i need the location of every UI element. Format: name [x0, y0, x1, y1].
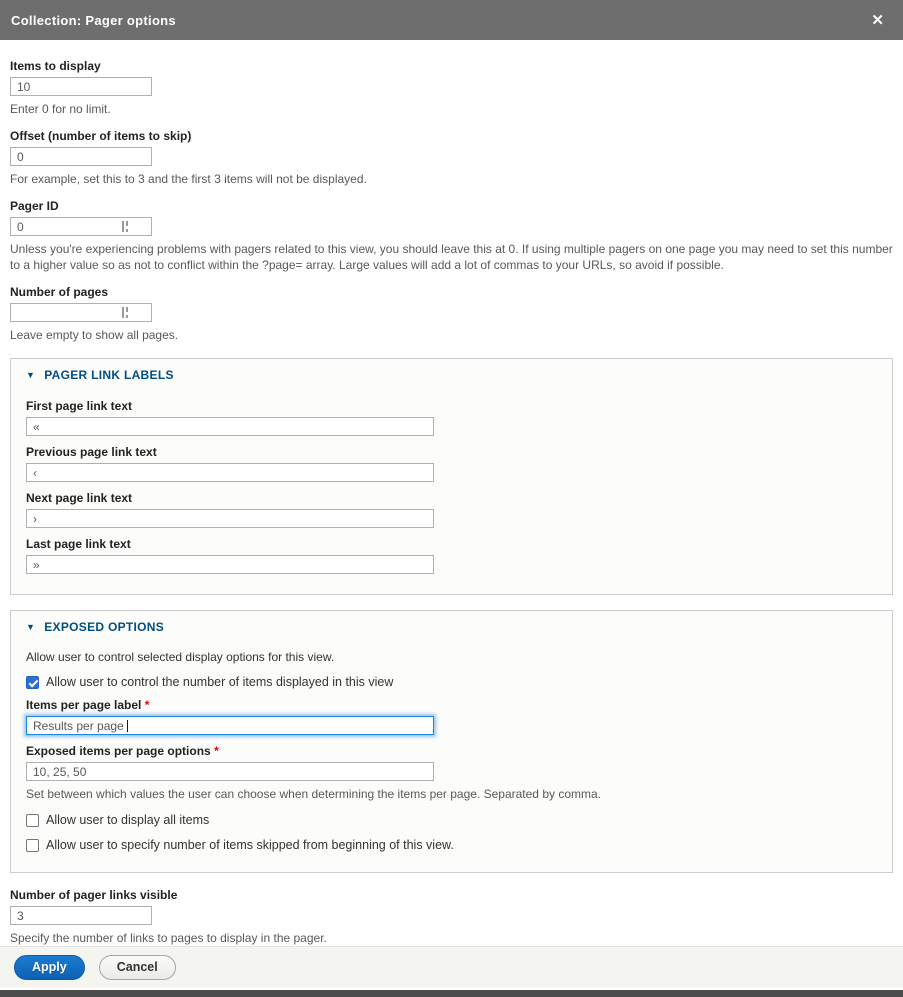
form-item-pager-links-visible: Number of pager links visible Specify th… [10, 889, 893, 946]
page-background-bar [0, 990, 903, 997]
form-item-number-of-pages: Number of pages Leave empty to show all … [10, 286, 893, 343]
number-spinner-icon[interactable] [122, 221, 130, 232]
first-page-link-input[interactable] [26, 417, 434, 436]
items-to-display-label: Items to display [10, 60, 893, 73]
pager-links-visible-help: Specify the number of links to pages to … [10, 930, 893, 946]
form-item-exposed-items-options: Exposed items per page options * Set bet… [26, 745, 877, 802]
pager-links-visible-label: Number of pager links visible [10, 889, 893, 902]
dialog-titlebar: Collection: Pager options ✕ [0, 0, 903, 40]
offset-input[interactable] [10, 147, 152, 166]
items-to-display-input[interactable] [10, 77, 152, 96]
exposed-options-description: Allow user to control selected display o… [26, 650, 877, 664]
form-item-last-page-link: Last page link text [26, 538, 877, 574]
checkbox-skip-items[interactable]: Allow user to specify number of items sk… [26, 838, 877, 852]
fieldset-legend-text: EXPOSED OPTIONS [44, 620, 164, 634]
apply-button[interactable]: Apply [14, 955, 85, 980]
dialog-body: Items to display Enter 0 for no limit. O… [0, 40, 903, 946]
form-item-next-page-link: Next page link text [26, 492, 877, 528]
exposed-items-options-help: Set between which values the user can ch… [26, 786, 877, 802]
previous-page-link-label: Previous page link text [26, 446, 877, 459]
fieldset-pager-link-labels-legend[interactable]: ▼ PAGER LINK LABELS [26, 368, 877, 382]
number-of-pages-help: Leave empty to show all pages. [10, 327, 893, 343]
cancel-button[interactable]: Cancel [99, 955, 176, 980]
pager-id-input[interactable] [10, 217, 152, 236]
fieldset-pager-link-labels: ▼ PAGER LINK LABELS First page link text… [10, 358, 893, 595]
form-item-items-per-page-label: Items per page label * [26, 699, 877, 735]
checkbox-icon[interactable] [26, 676, 39, 689]
next-page-link-input[interactable] [26, 509, 434, 528]
offset-label: Offset (number of items to skip) [10, 130, 893, 143]
items-to-display-help: Enter 0 for no limit. [10, 101, 893, 117]
dialog-footer: Apply Cancel [0, 946, 903, 988]
required-marker: * [145, 698, 150, 712]
fieldset-exposed-options-legend[interactable]: ▼ EXPOSED OPTIONS [26, 620, 877, 634]
exposed-items-options-input[interactable] [26, 762, 434, 781]
dialog-title: Collection: Pager options [11, 13, 176, 28]
checkbox-display-all-items[interactable]: Allow user to display all items [26, 813, 877, 827]
checkbox-label: Allow user to display all items [46, 813, 209, 827]
close-icon[interactable]: ✕ [868, 11, 887, 30]
checkbox-control-number-of-items[interactable]: Allow user to control the number of item… [26, 675, 877, 689]
items-per-page-label-input[interactable] [26, 716, 434, 735]
form-item-items-to-display: Items to display Enter 0 for no limit. [10, 60, 893, 117]
last-page-link-input[interactable] [26, 555, 434, 574]
checkbox-label: Allow user to control the number of item… [46, 675, 393, 689]
form-item-offset: Offset (number of items to skip) For exa… [10, 130, 893, 187]
fieldset-exposed-options: ▼ EXPOSED OPTIONS Allow user to control … [10, 610, 893, 873]
last-page-link-label: Last page link text [26, 538, 877, 551]
chevron-down-icon: ▼ [26, 370, 35, 380]
chevron-down-icon: ▼ [26, 622, 35, 632]
fieldset-legend-text: PAGER LINK LABELS [44, 368, 174, 382]
next-page-link-label: Next page link text [26, 492, 877, 505]
offset-help: For example, set this to 3 and the first… [10, 171, 893, 187]
form-item-previous-page-link: Previous page link text [26, 446, 877, 482]
form-item-pager-id: Pager ID Unless you're experiencing prob… [10, 200, 893, 273]
form-item-first-page-link: First page link text [26, 400, 877, 436]
pager-id-label: Pager ID [10, 200, 893, 213]
items-per-page-label-label: Items per page label * [26, 699, 877, 712]
number-of-pages-input[interactable] [10, 303, 152, 322]
text-caret [127, 720, 128, 732]
checkbox-label: Allow user to specify number of items sk… [46, 838, 454, 852]
previous-page-link-input[interactable] [26, 463, 434, 482]
pager-id-help: Unless you're experiencing problems with… [10, 241, 893, 273]
checkbox-icon[interactable] [26, 839, 39, 852]
number-of-pages-label: Number of pages [10, 286, 893, 299]
required-marker: * [214, 744, 219, 758]
exposed-items-options-label: Exposed items per page options * [26, 745, 877, 758]
first-page-link-label: First page link text [26, 400, 877, 413]
number-spinner-icon[interactable] [122, 307, 130, 318]
checkbox-icon[interactable] [26, 814, 39, 827]
pager-links-visible-input[interactable] [10, 906, 152, 925]
